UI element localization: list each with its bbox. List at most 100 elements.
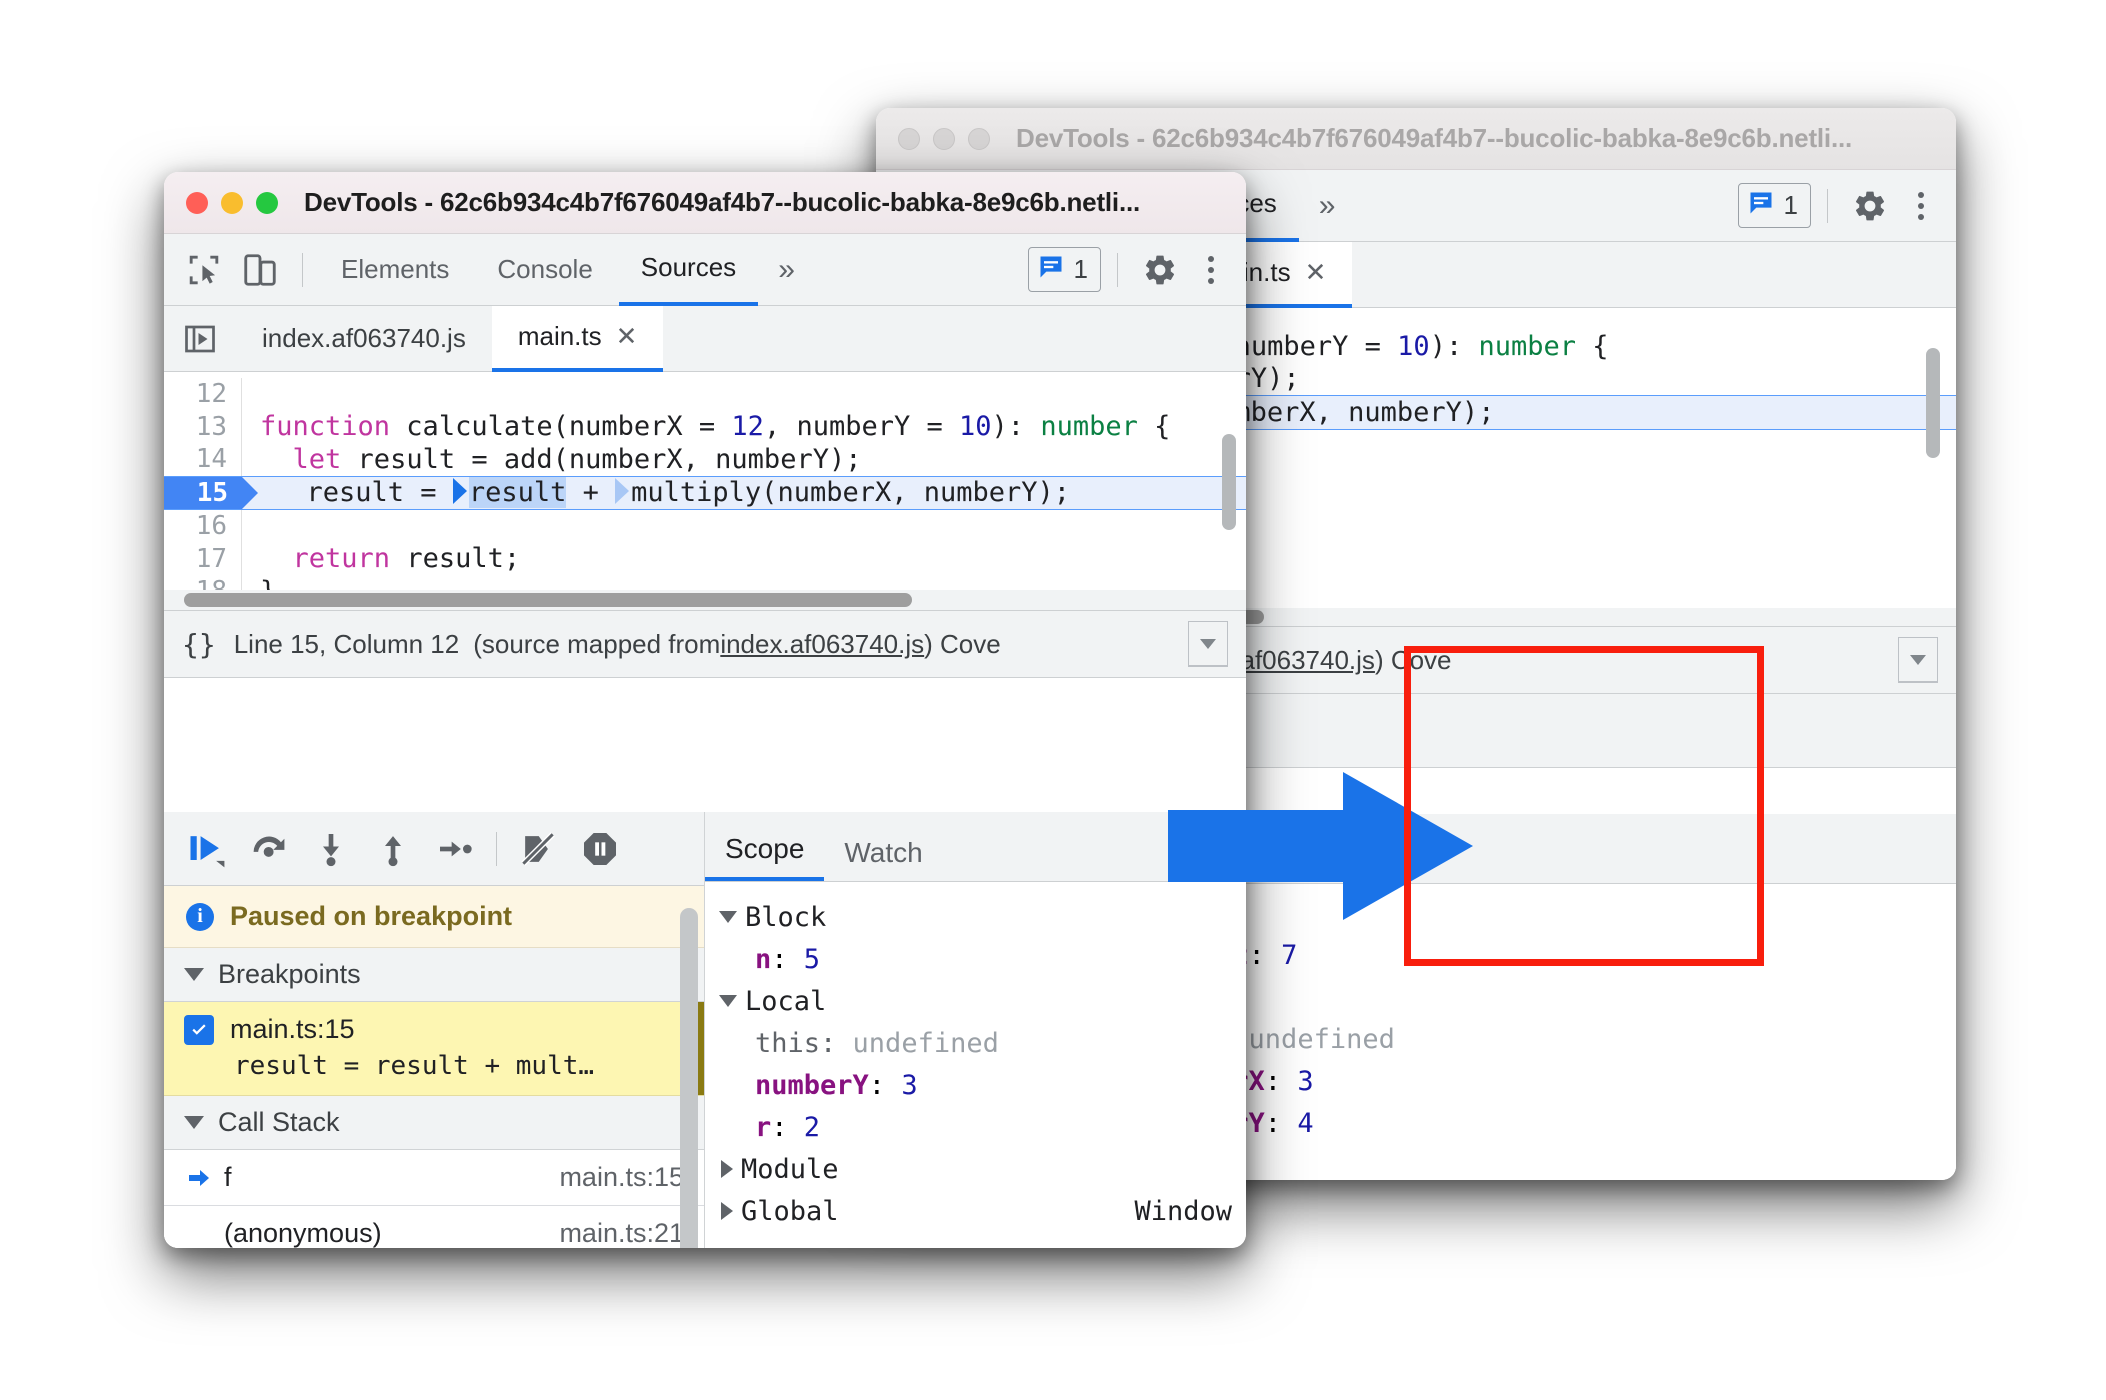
scope-group-global[interactable]: Global Window — [705, 1190, 1246, 1232]
breakpoints-section-label: Breakpoints — [218, 959, 361, 989]
more-options-kebab-icon[interactable] — [1900, 191, 1942, 220]
scope-prop-sep: : — [771, 1111, 804, 1143]
code-line-text: return result; — [292, 543, 521, 575]
more-tabs-icon[interactable]: » — [1303, 189, 1352, 223]
callstack-frame-name: f — [224, 1162, 232, 1192]
callstack-section-header[interactable]: Call Stack — [164, 1096, 704, 1150]
scope-group-block[interactable]: Block — [705, 896, 1246, 938]
front-debugger-pane-scrollbar[interactable] — [680, 908, 698, 1248]
scope-prop-value: 3 — [1297, 1065, 1314, 1097]
front-source-map-link[interactable]: index.af063740.js — [720, 629, 924, 660]
minimize-window-button[interactable] — [933, 127, 955, 150]
step-icon[interactable] — [424, 818, 486, 880]
file-tab-main-ts[interactable]: main.ts ✕ — [491, 305, 664, 372]
scope-prop-value: undefined — [852, 1027, 999, 1059]
close-window-button[interactable] — [186, 191, 208, 214]
code-line-text: function calculate(numberX = 12, numberY… — [260, 411, 1171, 443]
file-tab-index-js[interactable]: index.af063740.js — [236, 306, 492, 372]
message-bubble-icon — [1037, 253, 1065, 286]
front-editor-vertical-scrollbar[interactable] — [1222, 434, 1236, 530]
settings-gear-icon[interactable] — [1844, 180, 1896, 232]
close-tab-icon[interactable]: ✕ — [1305, 257, 1327, 288]
front-hscroll-thumb[interactable] — [184, 593, 912, 607]
scope-group-label: Global — [741, 1195, 839, 1227]
code-line: 14 let result = add(numberX, numberY); — [164, 443, 1246, 476]
annotation-arrow-icon — [1168, 766, 1478, 926]
resume-script-execution-icon[interactable] — [176, 818, 238, 880]
paused-on-breakpoint-banner: i Paused on breakpoint — [164, 886, 704, 948]
breakpoints-section-header[interactable]: Breakpoints — [164, 948, 704, 1002]
callstack-frame-row[interactable]: (anonymous) main.ts:21 — [164, 1206, 704, 1248]
info-icon: i — [186, 902, 214, 931]
front-devtools-toolbar[interactable]: Elements Console Sources » 1 — [164, 234, 1246, 306]
step-into-next-function-call-icon[interactable] — [300, 818, 362, 880]
current-frame-arrow-icon — [184, 1166, 214, 1190]
back-window-title: DevTools - 62c6b934c4b7f676049af4b7--buc… — [1016, 123, 1853, 153]
front-debugger-pane[interactable]: i Paused on breakpoint Breakpoints main.… — [164, 812, 704, 1248]
scope-property[interactable]: n: 5 — [705, 938, 1246, 980]
tab-watch[interactable]: Watch — [824, 837, 942, 881]
tab-scope[interactable]: Scope — [705, 833, 825, 881]
code-line: 12 — [164, 378, 1246, 411]
more-options-kebab-icon[interactable] — [1190, 255, 1232, 284]
devtools-window-front[interactable]: DevTools - 62c6b934c4b7f676049af4b7--buc… — [164, 172, 1246, 1248]
step-out-of-current-function-icon[interactable] — [362, 818, 424, 880]
pretty-print-icon[interactable]: {} — [182, 628, 216, 661]
device-toolbar-icon[interactable] — [234, 244, 286, 296]
front-traffic-lights[interactable] — [186, 191, 278, 214]
scope-prop-sep: : — [1264, 1107, 1298, 1139]
line-number-current: 15 — [164, 476, 258, 509]
scope-property[interactable]: numberY: 3 — [705, 1064, 1246, 1106]
breakpoint-list-item[interactable]: main.ts:15 result = result + mult… — [164, 1002, 704, 1096]
deactivate-breakpoints-icon[interactable] — [507, 818, 569, 880]
scope-property[interactable]: r: 2 — [705, 1106, 1246, 1148]
scope-prop-value: 2 — [803, 1111, 821, 1143]
scope-group-local[interactable]: Local — [705, 980, 1246, 1022]
chevron-down-icon — [184, 968, 204, 981]
close-tab-icon[interactable]: ✕ — [616, 321, 638, 352]
tab-sources[interactable]: Sources — [618, 234, 759, 306]
back-status-suffix: ) Cove — [1374, 644, 1452, 675]
front-scope-pane[interactable]: Scope Watch Block n: 5 Local this: undef… — [704, 812, 1246, 1248]
tab-elements[interactable]: Elements — [319, 234, 471, 306]
front-file-tabs[interactable]: index.af063740.js main.ts ✕ — [164, 305, 1246, 372]
breakpoint-snippet: result = result + mult… — [234, 1051, 595, 1081]
scope-group-module[interactable]: Module — [705, 1148, 1246, 1190]
maximize-window-button[interactable] — [968, 127, 990, 150]
callstack-section-label: Call Stack — [218, 1107, 340, 1137]
cursor-position: Line 15, Column 12 — [233, 628, 460, 659]
breakpoint-enabled-checkbox[interactable] — [184, 1014, 214, 1045]
tab-console[interactable]: Console — [475, 234, 614, 306]
front-code-editor[interactable]: 12 13 function calculate(numberX = 12, n… — [164, 372, 1246, 590]
settings-gear-icon[interactable] — [1134, 244, 1186, 296]
scope-property[interactable]: this: undefined — [705, 1022, 1246, 1064]
pause-on-exceptions-icon[interactable] — [569, 818, 631, 880]
minimize-window-button[interactable] — [221, 191, 243, 214]
inspect-element-icon[interactable] — [178, 244, 230, 296]
console-messages-badge[interactable]: 1 — [1737, 183, 1811, 228]
scope-group-label: Block — [745, 901, 827, 933]
more-tabs-icon[interactable]: » — [762, 253, 811, 287]
close-window-button[interactable] — [898, 127, 920, 150]
code-line-text: result = result + multiply(numberX, numb… — [274, 477, 1071, 509]
code-line-highlighted: 15 result = result + multiply(numberX, n… — [164, 475, 1246, 510]
scope-prop-sep: : — [868, 1069, 902, 1101]
front-scope-tabs[interactable]: Scope Watch — [705, 812, 1246, 882]
popup-editor-button[interactable] — [1898, 637, 1938, 683]
back-editor-vertical-scrollbar[interactable] — [1926, 348, 1940, 458]
front-debugger-toolbar[interactable] — [164, 812, 704, 886]
popup-editor-button[interactable] — [1188, 621, 1228, 667]
callstack-frame-row[interactable]: f main.ts:15 — [164, 1150, 704, 1206]
chevron-down-icon — [184, 1116, 204, 1129]
line-number: 14 — [164, 443, 242, 476]
back-traffic-lights[interactable] — [898, 127, 990, 150]
code-line-text: let result = add(numberX, numberY); — [292, 443, 862, 475]
maximize-window-button[interactable] — [256, 191, 278, 214]
scope-prop-key: r — [755, 1111, 772, 1143]
front-source-mapped-prefix: (source mapped from — [473, 628, 721, 659]
step-over-next-function-call-icon[interactable] — [238, 818, 300, 880]
dbg-divider — [496, 831, 497, 866]
show-navigator-icon[interactable] — [164, 306, 236, 372]
console-messages-badge[interactable]: 1 — [1027, 247, 1101, 292]
front-editor-horizontal-scrollbar[interactable] — [164, 590, 1246, 610]
